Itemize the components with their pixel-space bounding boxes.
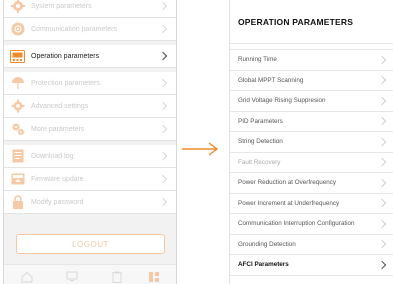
bottom-tab-bar	[4, 264, 176, 284]
meter-icon	[10, 49, 25, 64]
chevron-right-icon	[377, 260, 387, 269]
menu-item-system-parameters[interactable]: System parameters	[4, 0, 176, 18]
list-item-label: Grounding Detection	[238, 240, 296, 248]
page-title: OPERATION PARAMETERS	[230, 0, 393, 44]
gear-icon	[10, 0, 25, 14]
menu-item-label: Protection parameters	[31, 79, 100, 87]
document-icon	[10, 149, 25, 164]
settings-menu-panel: System parameters Communication paramete…	[3, 0, 177, 284]
lock-icon	[10, 195, 25, 210]
list-item-fault-recovery[interactable]: Fault Recovery	[230, 153, 393, 173]
chevron-right-icon	[377, 158, 387, 167]
settings-tab-icon[interactable]	[148, 270, 160, 282]
chevron-right-icon	[377, 117, 387, 126]
list-item-grounding-detection[interactable]: Grounding Detection	[230, 235, 393, 255]
list-item-label: Communication Interruption Configuration	[238, 220, 355, 228]
chevron-right-icon	[158, 197, 168, 207]
arrow-right-icon	[182, 142, 219, 156]
menu-item-protection-parameters[interactable]: Protection parameters	[4, 72, 176, 95]
logout-button[interactable]: LOGOUT	[16, 234, 165, 254]
communication-icon	[10, 22, 25, 37]
list-item-power-increment-underfrequency[interactable]: Power Increment at Underfrequency	[230, 194, 393, 214]
menu-item-label: Firmware update	[31, 175, 84, 183]
umbrella-icon	[10, 76, 25, 91]
chevron-right-icon	[158, 101, 168, 111]
gear-icon	[10, 99, 25, 114]
chevron-right-icon	[158, 78, 168, 88]
list-item-label: String Detection	[238, 138, 283, 146]
gears-icon	[10, 122, 25, 137]
chevron-right-icon	[158, 1, 168, 11]
chevron-right-icon	[158, 51, 168, 61]
chevron-right-icon	[377, 55, 387, 64]
menu-item-firmware-update[interactable]: Firmware update	[4, 168, 176, 191]
menu-item-label: Download log	[31, 152, 74, 160]
menu-item-label: Operation parameters	[31, 52, 100, 60]
menu-item-label: Communication parameters	[31, 25, 117, 33]
chevron-right-icon	[377, 240, 387, 249]
list-item-label: AFCI Parameters	[238, 261, 289, 269]
list-item-label: Fault Recovery	[238, 158, 281, 166]
list-item-communication-interruption-configuration[interactable]: Communication Interruption Configuration	[230, 214, 393, 235]
list-item-afci-parameters[interactable]: AFCI Parameters	[230, 255, 393, 276]
chevron-right-icon	[377, 199, 387, 208]
menu-item-download-log[interactable]: Download log	[4, 145, 176, 168]
list-item-label: Power Increment at Underfrequency	[238, 199, 340, 207]
list-item-power-reduction-overfrequency[interactable]: Power Reduction at Overfrequency	[230, 173, 393, 194]
menu-item-operation-parameters[interactable]: Operation parameters	[4, 45, 176, 68]
menu-item-more-parameters[interactable]: More parameters	[4, 118, 176, 141]
list-item-string-detection[interactable]: String Detection	[230, 132, 393, 153]
menu-item-communication-parameters[interactable]: Communication parameters	[4, 18, 176, 41]
list-item-grid-voltage-rising-suppression[interactable]: Grid Voltage Rising Suppresion	[230, 91, 393, 112]
operation-parameters-panel: OPERATION PARAMETERS Running Time Global…	[229, 0, 393, 284]
list-item-label: Running Time	[238, 56, 277, 64]
list-item-pid-parameters[interactable]: PID Parameters	[230, 112, 393, 132]
chevron-right-icon	[158, 124, 168, 134]
chevron-right-icon	[158, 174, 168, 184]
home-icon[interactable]	[21, 270, 33, 283]
list-item-global-mppt-scanning[interactable]: Global MPPT Scanning	[230, 71, 393, 91]
menu-item-label: Modify password	[31, 198, 84, 206]
clipboard-icon[interactable]	[111, 270, 123, 283]
menu-item-label: Advanced settings	[31, 102, 89, 110]
list-item-running-time[interactable]: Running Time	[230, 50, 393, 71]
monitor-icon[interactable]	[66, 270, 78, 282]
list-item-label: Grid Voltage Rising Suppresion	[238, 97, 326, 105]
list-item-label: Power Reduction at Overfrequency	[238, 179, 337, 187]
chevron-right-icon	[158, 151, 168, 161]
chevron-right-icon	[377, 219, 387, 228]
list-item-label: Global MPPT Scanning	[238, 76, 304, 84]
list-item-label: PID Parameters	[238, 117, 283, 125]
chevron-right-icon	[158, 24, 168, 34]
settings-menu-list: System parameters Communication paramete…	[4, 0, 176, 214]
menu-item-label: System parameters	[31, 2, 92, 10]
chevron-right-icon	[377, 76, 387, 85]
menu-item-advanced-settings[interactable]: Advanced settings	[4, 95, 176, 118]
chevron-right-icon	[377, 96, 387, 105]
firmware-icon	[10, 172, 25, 187]
menu-item-label: More parameters	[31, 125, 85, 133]
chevron-right-icon	[377, 137, 387, 146]
chevron-right-icon	[377, 178, 387, 187]
menu-item-modify-password[interactable]: Modify password	[4, 191, 176, 214]
